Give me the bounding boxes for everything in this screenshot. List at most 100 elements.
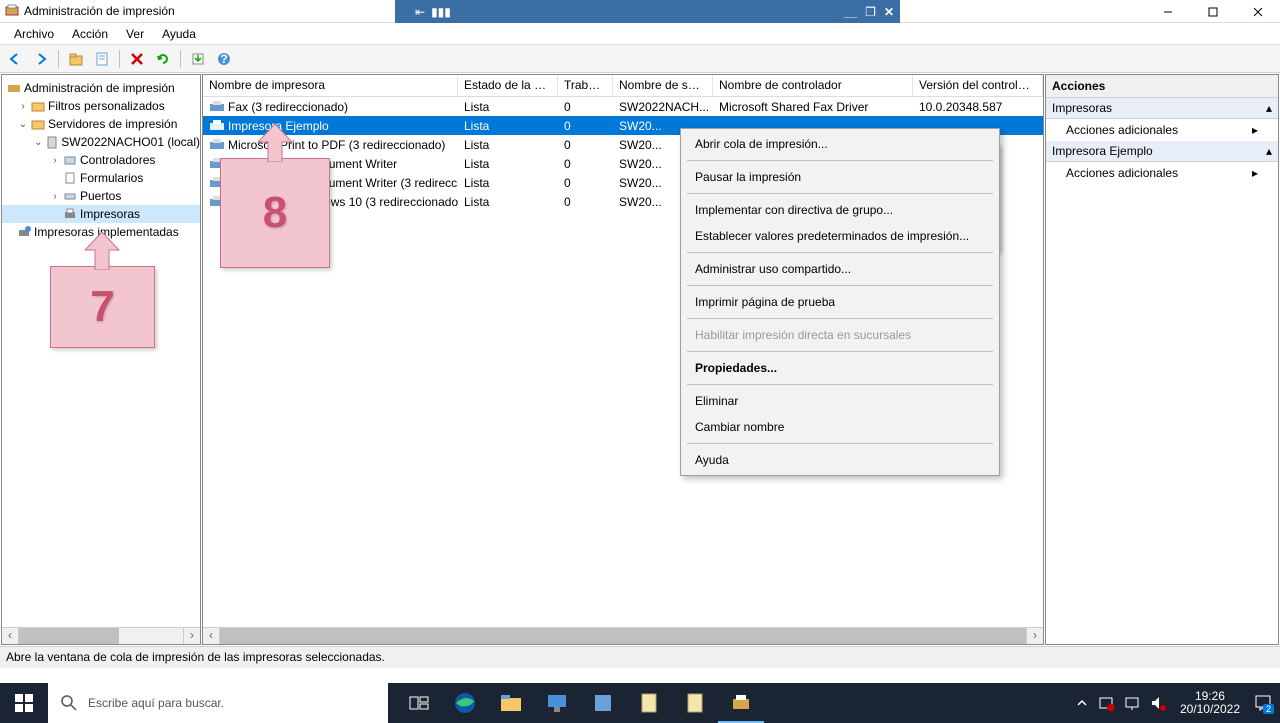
status-text: Abre la ventana de cola de impresión de … (6, 650, 385, 664)
close-button[interactable] (1235, 0, 1280, 23)
ctx-cambiar[interactable]: Cambiar nombre (681, 414, 999, 440)
expand-icon[interactable]: ⌄ (16, 119, 30, 130)
ctx-sep (687, 318, 993, 319)
task-view-icon[interactable] (396, 683, 442, 723)
tray-network-icon[interactable] (1124, 695, 1140, 711)
remote-minimize[interactable]: __ (844, 5, 857, 19)
ctx-sep (687, 285, 993, 286)
tree-scrollbar[interactable]: ‹ › (2, 627, 200, 644)
explorer-icon[interactable] (488, 683, 534, 723)
ctx-imprimir[interactable]: Imprimir página de prueba (681, 289, 999, 315)
callout-8-num: 8 (221, 159, 329, 267)
menu-archivo[interactable]: Archivo (6, 25, 62, 43)
tree-server1-label: SW2022NACHO01 (local) (61, 135, 200, 149)
remote-titlebar: ⇤ ▮▮▮ __ ❐ ✕ (395, 0, 900, 23)
col-jobs[interactable]: Trabajo... (558, 75, 613, 96)
col-name[interactable]: Nombre de impresora (203, 75, 458, 96)
toolbar-sep (58, 50, 59, 68)
actions-additional-2[interactable]: Acciones adicionales ▸ (1046, 162, 1278, 184)
app-icon-2[interactable] (626, 683, 672, 723)
maximize-button[interactable] (1190, 0, 1235, 23)
forward-button[interactable] (30, 48, 52, 70)
tree-root[interactable]: Administración de impresión (2, 79, 200, 97)
cell-server: SW20... (619, 138, 662, 152)
tray-expand-icon[interactable] (1076, 697, 1088, 709)
minimize-button[interactable] (1145, 0, 1190, 23)
col-status[interactable]: Estado de la cola (458, 75, 558, 96)
help-button[interactable]: ? (213, 48, 235, 70)
ctx-ayuda[interactable]: Ayuda (681, 447, 999, 473)
menubar: Archivo Acción Ver Ayuda (0, 23, 1280, 45)
ctx-sep (687, 384, 993, 385)
tray-clock[interactable]: 19:26 20/10/2022 (1176, 690, 1244, 716)
search-box[interactable]: Escribe aquí para buscar. (48, 683, 388, 723)
tree-server1[interactable]: ⌄ SW2022NACHO01 (local) (2, 133, 200, 151)
col-server[interactable]: Nombre de ser... (613, 75, 713, 96)
app-icon-1[interactable] (580, 683, 626, 723)
tray-notifications-icon[interactable]: 2 (1254, 694, 1272, 712)
tree-impresoras[interactable]: Impresoras (2, 205, 200, 223)
tree-filtros[interactable]: › Filtros personalizados (2, 97, 200, 115)
expand-icon[interactable]: › (16, 101, 30, 112)
ctx-eliminar[interactable]: Eliminar (681, 388, 999, 414)
ctx-establecer[interactable]: Establecer valores predeterminados de im… (681, 223, 999, 249)
cell-jobs: 0 (564, 100, 571, 114)
search-icon (60, 694, 78, 712)
delete-button[interactable] (126, 48, 148, 70)
tray-security-icon[interactable] (1098, 695, 1114, 711)
edge-icon[interactable] (442, 683, 488, 723)
pin-icon[interactable]: ⇤ (415, 5, 425, 19)
col-version[interactable]: Versión del controlado... (913, 75, 1043, 96)
tree-formularios[interactable]: Formularios (2, 169, 200, 187)
menu-ayuda[interactable]: Ayuda (154, 25, 204, 43)
expand-icon[interactable]: › (48, 191, 62, 202)
actions-section1-label: Impresoras (1052, 101, 1112, 115)
actions-header: Acciones (1046, 75, 1278, 98)
properties-button[interactable] (91, 48, 113, 70)
list-scrollbar[interactable]: ‹ › (203, 627, 1043, 644)
ctx-pausar[interactable]: Pausar la impresión (681, 164, 999, 190)
cell-server: SW20... (619, 157, 662, 171)
actions-section-ejemplo[interactable]: Impresora Ejemplo ▴ (1046, 141, 1278, 162)
menu-accion[interactable]: Acción (64, 25, 116, 43)
forms-icon (62, 170, 78, 186)
ctx-abrir[interactable]: Abrir cola de impresión... (681, 131, 999, 157)
tree-puertos[interactable]: › Puertos (2, 187, 200, 205)
col-driver[interactable]: Nombre de controlador (713, 75, 913, 96)
actions-section2-label: Impresora Ejemplo (1052, 144, 1153, 158)
tray-volume-icon[interactable] (1150, 695, 1166, 711)
folder-icon (30, 116, 46, 132)
remote-maximize[interactable]: ❐ (865, 5, 876, 19)
start-button[interactable] (0, 683, 48, 723)
ctx-sep (687, 160, 993, 161)
remote-close[interactable]: ✕ (884, 5, 894, 19)
export-button[interactable] (187, 48, 209, 70)
printers-icon (62, 206, 78, 222)
printer-row[interactable]: Fax (3 redireccionado)Lista0SW2022NACH..… (203, 97, 1043, 116)
tree-root-label: Administración de impresión (24, 81, 175, 95)
tree-controladores[interactable]: › Controladores (2, 151, 200, 169)
actions-section-impresoras[interactable]: Impresoras ▴ (1046, 98, 1278, 119)
cell-name: Fax (3 redireccionado) (228, 100, 348, 114)
folder-icon (30, 98, 46, 114)
cell-status: Lista (464, 195, 489, 209)
ctx-administrar[interactable]: Administrar uso compartido... (681, 256, 999, 282)
tree-servidores[interactable]: ⌄ Servidores de impresión (2, 115, 200, 133)
cell-driver: Microsoft Shared Fax Driver (719, 100, 868, 114)
menu-ver[interactable]: Ver (118, 25, 152, 43)
refresh-button[interactable] (152, 48, 174, 70)
ctx-implementar[interactable]: Implementar con directiva de grupo... (681, 197, 999, 223)
app-icon-3[interactable] (672, 683, 718, 723)
expand-icon[interactable]: ⌄ (32, 137, 45, 148)
actions-panel: Acciones Impresoras ▴ Acciones adicional… (1045, 74, 1279, 645)
expand-icon[interactable]: › (48, 155, 62, 166)
cell-jobs: 0 (564, 195, 571, 209)
actions-additional-1[interactable]: Acciones adicionales ▸ (1046, 119, 1278, 141)
notification-badge: 2 (1263, 704, 1274, 714)
print-mgmt-task-icon[interactable] (718, 683, 764, 723)
ctx-propiedades[interactable]: Propiedades... (681, 355, 999, 381)
up-button[interactable] (65, 48, 87, 70)
back-button[interactable] (4, 48, 26, 70)
server-manager-icon[interactable] (534, 683, 580, 723)
cell-status: Lista (464, 100, 489, 114)
